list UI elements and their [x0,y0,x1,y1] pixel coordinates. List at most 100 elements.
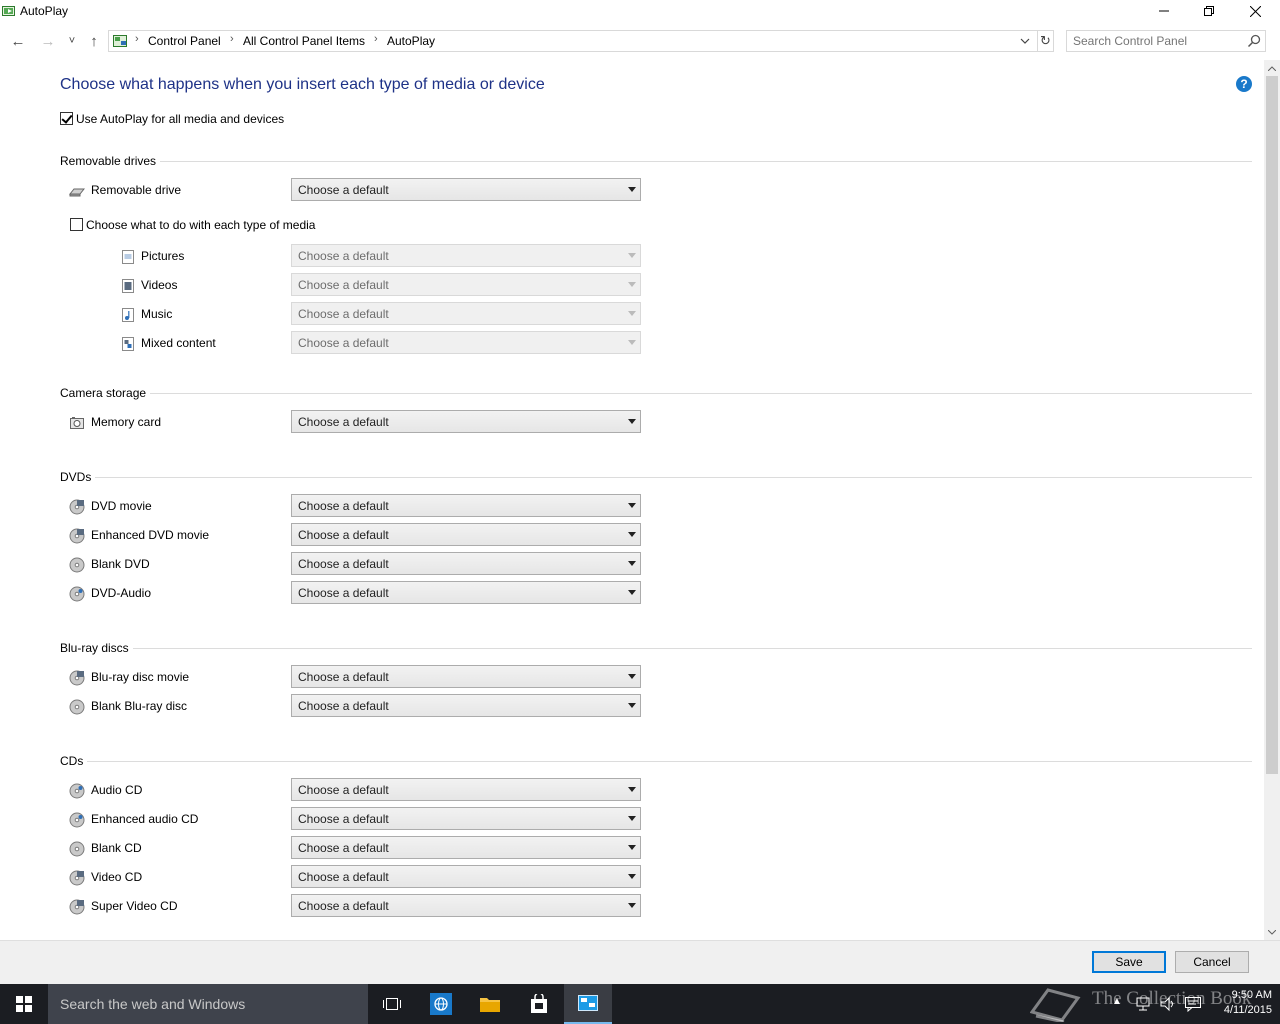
dropdown-arrow-icon [628,674,636,679]
window-title: AutoPlay [20,4,69,18]
per-media-checkbox[interactable] [70,218,83,231]
memory-card-icon [70,417,84,429]
search-input[interactable] [1073,34,1243,48]
per-media-label[interactable]: Choose what to do with each type of medi… [86,218,315,232]
address-history-button[interactable] [1015,31,1035,51]
enhanced-audio-cd-select[interactable]: Choose a default [291,807,641,830]
pictures-select[interactable]: Choose a default [291,244,641,267]
network-icon[interactable] [1136,996,1152,1012]
use-autoplay-checkbox[interactable] [60,112,73,125]
back-arrow-icon: ← [10,32,26,50]
restore-button[interactable] [1186,0,1232,22]
use-autoplay-label[interactable]: Use AutoPlay for all media and devices [76,112,284,126]
video-cd-select[interactable]: Choose a default [291,865,641,888]
select-value: Choose a default [298,670,389,684]
up-button[interactable]: ↑ [84,30,104,52]
task-view-button[interactable] [368,984,416,1024]
section-divider [60,393,1252,394]
dvd-audio-select[interactable]: Choose a default [291,581,641,604]
breadcrumb-all-items[interactable]: All Control Panel Items [243,34,365,48]
section-cds: CDs [60,754,88,768]
dvd-movie-select[interactable]: Choose a default [291,494,641,517]
removable-drive-select[interactable]: Choose a default [291,178,641,201]
mixed-content-icon [122,337,134,351]
save-button[interactable]: Save [1092,951,1166,973]
cancel-button[interactable]: Cancel [1175,951,1249,973]
search-box[interactable] [1066,30,1266,52]
vertical-scrollbar[interactable] [1264,60,1280,940]
taskbar-search-box[interactable]: Search the web and Windows [48,984,368,1024]
select-value: Choose a default [298,699,389,713]
store-taskbar-button[interactable] [515,984,563,1024]
mixed-content-label: Mixed content [141,336,216,350]
windows-logo-icon [16,996,32,1012]
blank-dvd-icon [69,557,85,573]
help-icon[interactable]: ? [1236,76,1252,92]
forward-button[interactable]: → [38,30,58,52]
bluray-movie-select[interactable]: Choose a default [291,665,641,688]
show-hidden-icons-button[interactable]: ▲ [1112,996,1122,1007]
mixed-content-select[interactable]: Choose a default [291,331,641,354]
close-button[interactable] [1232,0,1278,22]
breadcrumb-control-panel[interactable]: Control Panel [148,34,221,48]
select-value: Choose a default [298,278,389,292]
chevron-down-icon [1268,929,1276,935]
dropdown-arrow-icon [628,561,636,566]
file-explorer-taskbar-button[interactable] [466,984,514,1024]
blank-bluray-select[interactable]: Choose a default [291,694,641,717]
dropdown-arrow-icon [628,903,636,908]
browser-taskbar-button[interactable] [417,984,465,1024]
audio-cd-select[interactable]: Choose a default [291,778,641,801]
music-select[interactable]: Choose a default [291,302,641,325]
back-button[interactable]: ← [8,30,28,52]
super-video-cd-icon [69,899,85,915]
dropdown-arrow-icon [628,816,636,821]
control-panel-taskbar-button[interactable] [564,984,612,1024]
section-divider [60,761,1252,762]
super-video-cd-label: Super Video CD [91,899,178,913]
blank-cd-icon [69,841,85,857]
dvd-movie-label: DVD movie [91,499,152,513]
system-clock[interactable]: 9:50 AM 4/11/2015 [1206,988,1272,1018]
music-icon [122,308,134,322]
refresh-icon: ↻ [1040,33,1051,48]
blank-cd-select[interactable]: Choose a default [291,836,641,859]
scrollbar-thumb[interactable] [1266,76,1278,774]
restore-icon [1204,6,1214,16]
videos-select[interactable]: Choose a default [291,273,641,296]
navigation-bar: ← → ˅ ↑ › Control Panel › All Control Pa… [0,28,1280,54]
dropdown-arrow-icon [628,187,636,192]
section-divider [60,648,1252,649]
control-panel-icon [578,995,598,1011]
breadcrumb-separator-icon: › [230,33,234,45]
recent-locations-button[interactable]: ˅ [62,30,82,52]
select-value: Choose a default [298,783,389,797]
blank-cd-label: Blank CD [91,841,142,855]
super-video-cd-select[interactable]: Choose a default [291,894,641,917]
dropdown-arrow-icon [628,253,636,258]
scroll-down-button[interactable] [1264,924,1280,940]
dialog-footer: Save Cancel [0,940,1280,984]
video-cd-label: Video CD [91,870,143,884]
action-center-icon[interactable] [1184,996,1202,1012]
close-icon [1249,5,1261,17]
breadcrumb-autoplay[interactable]: AutoPlay [387,34,435,48]
dropdown-arrow-icon [628,590,636,595]
blank-dvd-select[interactable]: Choose a default [291,552,641,575]
bluray-movie-icon [69,670,85,686]
enhanced-dvd-select[interactable]: Choose a default [291,523,641,546]
start-button[interactable] [0,984,48,1024]
address-bar[interactable]: › Control Panel › All Control Panel Item… [108,30,1054,52]
store-icon [531,994,547,1013]
refresh-button[interactable]: ↻ [1037,31,1053,51]
videos-label: Videos [141,278,178,292]
clock-date: 4/11/2015 [1223,1004,1272,1016]
volume-icon[interactable] [1160,996,1176,1012]
select-value: Choose a default [298,557,389,571]
dropdown-arrow-icon [628,532,636,537]
memory-card-label: Memory card [91,415,162,429]
minimize-button[interactable] [1141,0,1187,22]
chevron-down-icon [1020,38,1030,44]
scroll-up-button[interactable] [1264,60,1280,76]
memory-card-select[interactable]: Choose a default [291,410,641,433]
